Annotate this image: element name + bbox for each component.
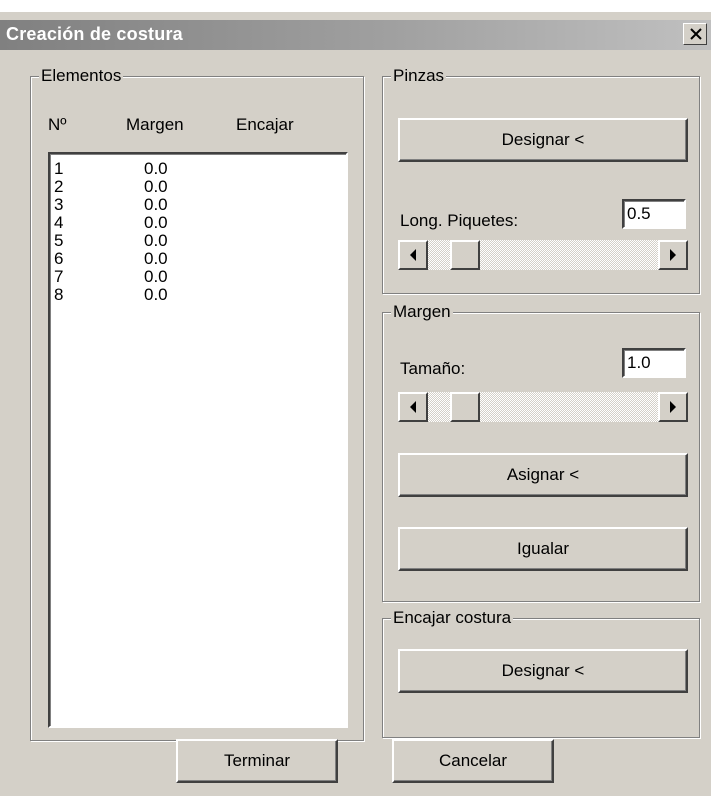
row-num: 7: [54, 267, 64, 286]
scroll-left-button[interactable]: [398, 240, 428, 270]
arrow-left-icon: [410, 249, 416, 261]
list-item[interactable]: 5 0.0: [50, 232, 346, 250]
row-num: 8: [54, 285, 64, 304]
scrollbar-track[interactable]: [398, 392, 688, 422]
row-num: 4: [54, 213, 64, 232]
row-margen: 0.0: [144, 267, 168, 286]
row-num: 5: [54, 231, 64, 250]
scrollbar-track[interactable]: [398, 240, 688, 270]
row-num: 2: [54, 177, 64, 196]
row-num: 6: [54, 249, 64, 268]
pinzas-designar-button[interactable]: Designar <: [398, 118, 688, 162]
scrollbar-thumb[interactable]: [450, 392, 480, 422]
asignar-button[interactable]: Asignar <: [398, 453, 688, 497]
list-item[interactable]: 3 0.0: [50, 196, 346, 214]
list-item[interactable]: 4 0.0: [50, 214, 346, 232]
cancelar-button[interactable]: Cancelar: [392, 739, 554, 783]
row-margen: 0.0: [144, 159, 168, 178]
column-header-encajar: Encajar: [236, 115, 294, 134]
list-item[interactable]: 1 0.0: [50, 160, 346, 178]
list-item[interactable]: 2 0.0: [50, 178, 346, 196]
row-margen: 0.0: [144, 249, 168, 268]
window-title: Creación de costura: [6, 24, 183, 44]
row-margen: 0.0: [144, 195, 168, 214]
row-margen: 0.0: [144, 285, 168, 304]
elements-list[interactable]: 1 0.0 2 0.0 3 0.0 4 0.0 5 0.0 6 0.0 7 0.…: [48, 152, 348, 728]
row-margen: 0.0: [144, 213, 168, 232]
row-margen: 0.0: [144, 177, 168, 196]
column-header-margen: Margen: [126, 115, 184, 134]
row-num: 1: [54, 159, 64, 178]
encajar-costura-group-label: Encajar costura: [391, 608, 514, 628]
terminar-button[interactable]: Terminar: [176, 739, 338, 783]
scroll-right-button[interactable]: [658, 392, 688, 422]
tamano-input[interactable]: 1.0: [622, 348, 686, 378]
column-header-num: Nº: [48, 115, 67, 134]
arrow-left-icon: [410, 401, 416, 413]
scrollbar-thumb[interactable]: [450, 240, 480, 270]
margen-group-label: Margen: [391, 302, 453, 322]
long-piquetes-scrollbar[interactable]: [398, 240, 688, 270]
arrow-right-icon: [670, 249, 676, 261]
long-piquetes-input[interactable]: 0.5: [622, 199, 686, 229]
list-item[interactable]: 7 0.0: [50, 268, 346, 286]
elements-group-label: Elementos: [39, 66, 124, 86]
close-button[interactable]: [683, 23, 707, 45]
dialog-window: Creación de costura Elementos Nº Margen …: [0, 12, 711, 796]
pinzas-group-label: Pinzas: [391, 66, 447, 86]
close-icon: [690, 28, 702, 40]
title-bar: Creación de costura: [0, 20, 711, 50]
list-item[interactable]: 6 0.0: [50, 250, 346, 268]
encajar-designar-button[interactable]: Designar <: [398, 649, 688, 693]
scroll-right-button[interactable]: [658, 240, 688, 270]
tamano-scrollbar[interactable]: [398, 392, 688, 422]
igualar-button[interactable]: Igualar: [398, 527, 688, 571]
row-num: 3: [54, 195, 64, 214]
scroll-left-button[interactable]: [398, 392, 428, 422]
arrow-right-icon: [670, 401, 676, 413]
tamano-label: Tamaño:: [400, 359, 466, 378]
long-piquetes-label: Long. Piquetes:: [400, 211, 519, 230]
list-item[interactable]: 8 0.0: [50, 286, 346, 304]
row-margen: 0.0: [144, 231, 168, 250]
